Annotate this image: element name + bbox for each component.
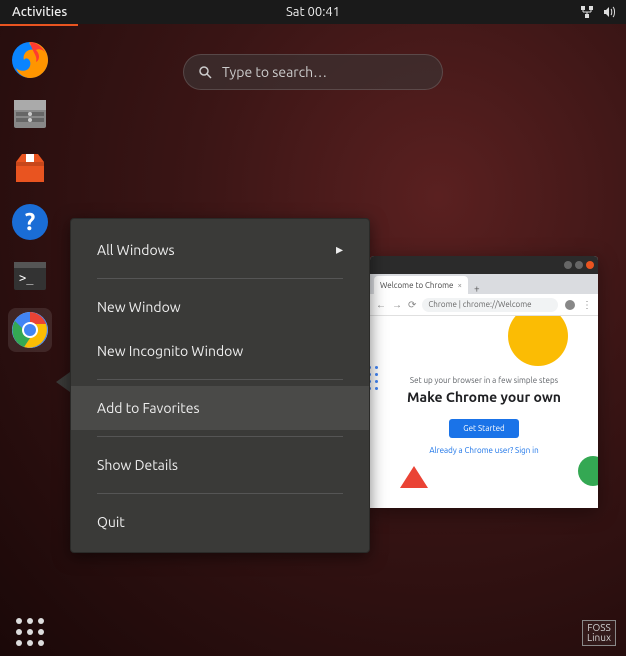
window-titlebar[interactable] — [370, 256, 598, 274]
svg-text:>_: >_ — [19, 271, 34, 285]
browser-tab[interactable]: Welcome to Chrome × — [374, 276, 468, 294]
browser-viewport: Set up your browser in a few simple step… — [370, 316, 598, 508]
decoration-circle-green — [578, 456, 598, 486]
search-placeholder: Type to search… — [222, 64, 327, 80]
get-started-button[interactable]: Get Started — [449, 419, 518, 438]
window-close-icon[interactable] — [586, 261, 594, 269]
dock-terminal[interactable]: >_ — [8, 254, 52, 298]
submenu-arrow-icon: ▸ — [336, 241, 343, 258]
chrome-window[interactable]: Welcome to Chrome × + ← → ⟳ Chrome | chr… — [370, 256, 598, 508]
search-bar[interactable]: Type to search… — [183, 54, 443, 90]
menu-divider — [97, 436, 343, 437]
svg-text:?: ? — [25, 208, 36, 235]
nav-reload-icon[interactable]: ⟳ — [408, 299, 416, 311]
search-icon — [198, 65, 212, 79]
new-tab-icon[interactable]: + — [468, 283, 486, 294]
window-maximize-icon[interactable] — [575, 261, 583, 269]
address-text: Chrome | chrome://Welcome — [428, 300, 531, 309]
dock: ? >_ — [2, 26, 58, 654]
nav-back-icon[interactable]: ← — [376, 299, 386, 311]
menu-divider — [97, 278, 343, 279]
clock[interactable]: Sat 00:41 — [286, 5, 340, 19]
menu-label: Add to Favorites — [97, 400, 200, 416]
menu-new-incognito[interactable]: New Incognito Window — [71, 329, 369, 373]
address-bar[interactable]: Chrome | chrome://Welcome — [422, 298, 558, 312]
menu-all-windows[interactable]: All Windows ▸ — [71, 227, 369, 272]
dock-chrome[interactable] — [8, 308, 52, 352]
nav-forward-icon: → — [392, 299, 402, 311]
menu-label: New Incognito Window — [97, 343, 243, 359]
tab-close-icon[interactable]: × — [457, 281, 462, 290]
menu-divider — [97, 493, 343, 494]
decoration-triangle-red — [400, 466, 428, 488]
menu-icon[interactable]: ⋮ — [582, 299, 592, 311]
watermark: FOSS Linux — [582, 620, 616, 646]
decoration-dots — [370, 366, 388, 406]
browser-tab-label: Welcome to Chrome — [380, 281, 453, 290]
browser-tab-strip: Welcome to Chrome × + — [370, 274, 598, 294]
browser-toolbar: ← → ⟳ Chrome | chrome://Welcome ⋮ — [370, 294, 598, 316]
dock-help[interactable]: ? — [8, 200, 52, 244]
top-bar: Activities Sat 00:41 — [0, 0, 626, 24]
profile-icon[interactable] — [564, 299, 576, 311]
menu-show-details[interactable]: Show Details — [71, 443, 369, 487]
menu-divider — [97, 379, 343, 380]
menu-new-window[interactable]: New Window — [71, 285, 369, 329]
menu-label: All Windows — [97, 242, 175, 258]
window-minimize-icon[interactable] — [564, 261, 572, 269]
activities-button[interactable]: Activities — [0, 5, 79, 19]
dock-firefox[interactable] — [8, 38, 52, 82]
decoration-circle-yellow — [508, 316, 568, 366]
show-applications[interactable] — [8, 610, 52, 654]
network-icon[interactable] — [580, 5, 594, 19]
context-menu: All Windows ▸ New Window New Incognito W… — [70, 218, 370, 553]
welcome-subtitle: Set up your browser in a few simple step… — [380, 376, 588, 385]
dock-software-center[interactable] — [8, 146, 52, 190]
menu-label: Quit — [97, 514, 125, 530]
welcome-heading: Make Chrome your own — [380, 389, 588, 405]
watermark-line2: Linux — [587, 633, 611, 643]
menu-label: New Window — [97, 299, 181, 315]
system-tray[interactable] — [580, 5, 626, 19]
apps-grid-icon — [8, 610, 52, 654]
menu-label: Show Details — [97, 457, 178, 473]
menu-quit[interactable]: Quit — [71, 500, 369, 544]
context-menu-pointer — [56, 372, 70, 392]
dock-files[interactable] — [8, 92, 52, 136]
menu-add-favorites[interactable]: Add to Favorites — [71, 386, 369, 430]
signin-link[interactable]: Already a Chrome user? Sign in — [380, 446, 588, 455]
volume-icon[interactable] — [602, 5, 616, 19]
